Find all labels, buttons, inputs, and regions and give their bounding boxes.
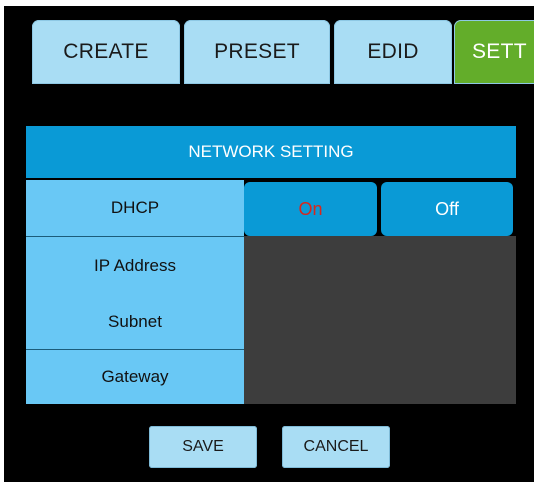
dhcp-on-button[interactable]: On bbox=[244, 182, 377, 236]
network-setting-title: NETWORK SETTING bbox=[188, 142, 354, 161]
tab-settings[interactable]: SETT bbox=[454, 20, 534, 84]
tab-preset-label: PRESET bbox=[214, 40, 300, 63]
gateway-label: Gateway bbox=[101, 367, 169, 386]
dhcp-off-label: Off bbox=[435, 198, 459, 219]
ip-address-label-cell: IP Address bbox=[26, 237, 244, 294]
tab-create-label: CREATE bbox=[63, 40, 149, 63]
cancel-label: CANCEL bbox=[303, 438, 369, 455]
tab-edid[interactable]: EDID bbox=[334, 20, 452, 84]
app-frame: CREATE PRESET EDID SETT NETWORK SETTING … bbox=[4, 6, 534, 482]
network-values-area bbox=[244, 236, 516, 404]
dhcp-off-button[interactable]: Off bbox=[381, 182, 513, 236]
network-setting-header: NETWORK SETTING bbox=[26, 126, 516, 178]
dhcp-label: DHCP bbox=[110, 198, 160, 217]
save-label: SAVE bbox=[182, 438, 224, 455]
ip-address-label: IP Address bbox=[94, 255, 176, 275]
tab-edid-label: EDID bbox=[367, 40, 419, 63]
tab-settings-label: SETT bbox=[472, 40, 527, 63]
subnet-label-cell: Subnet bbox=[26, 294, 244, 349]
save-button[interactable]: SAVE bbox=[149, 426, 257, 468]
tab-create[interactable]: CREATE bbox=[32, 20, 180, 84]
dhcp-on-label: On bbox=[298, 198, 323, 219]
subnet-label: Subnet bbox=[108, 311, 162, 331]
cancel-button[interactable]: CANCEL bbox=[282, 426, 390, 468]
gateway-label-cell: Gateway bbox=[26, 350, 244, 404]
tab-preset[interactable]: PRESET bbox=[184, 20, 330, 84]
dhcp-label-cell: DHCP bbox=[26, 180, 244, 236]
